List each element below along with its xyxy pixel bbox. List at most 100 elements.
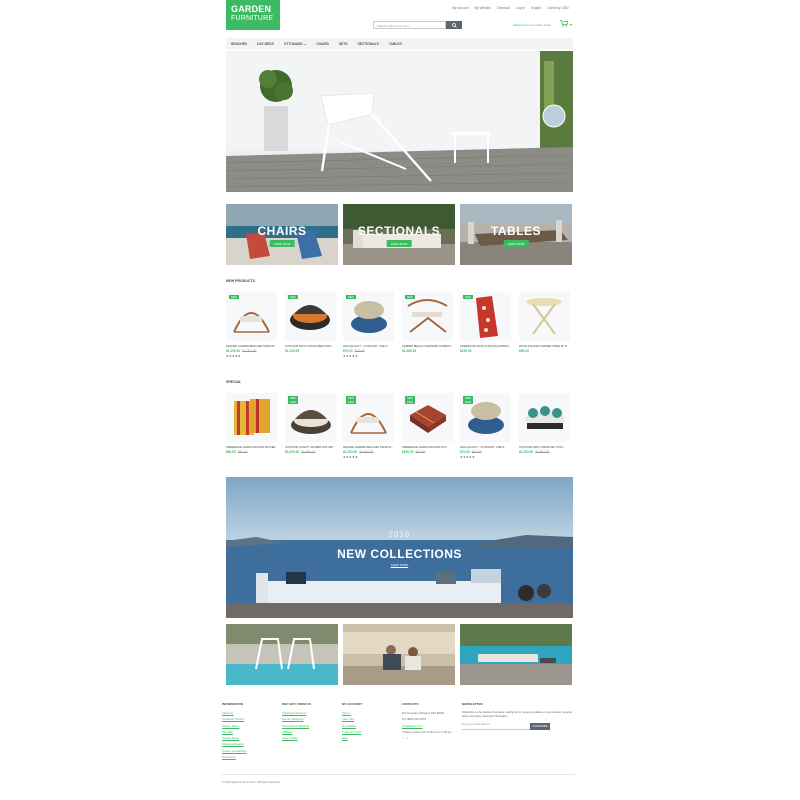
nav-sectionals[interactable]: SECTIONALS xyxy=(358,42,379,46)
product-name[interactable]: OUTDOOR QUALITY DAYBED SUN SET... xyxy=(285,446,336,449)
hero-image xyxy=(226,51,573,192)
search-button[interactable] xyxy=(446,21,462,29)
new-badge: NEW xyxy=(346,295,356,300)
chevron-down-icon[interactable]: ▾ xyxy=(570,22,572,27)
price-old: $1,600.00 xyxy=(301,450,316,454)
product-card[interactable]: GREENDALE HOME FASHIONS WICKER... $80.00… xyxy=(226,393,277,455)
lifestyle-image-pool-chairs[interactable] xyxy=(226,624,338,685)
lifestyle-image-couple[interactable] xyxy=(343,624,455,685)
nav-ottomans[interactable]: OTTOMANS ⌄ xyxy=(284,42,306,46)
product-name[interactable]: GREENDALE HOME FASHIONS OUT... xyxy=(402,446,453,449)
footer-link[interactable]: Contact Us xyxy=(222,754,247,760)
social-icons: f t g xyxy=(402,735,457,741)
product-name[interactable]: HIGH QUALITY - OUTDOOR - ONE S... xyxy=(343,345,394,348)
footer-link[interactable]: Customer Service xyxy=(222,716,247,722)
shop-now-button[interactable]: SHOP NOW xyxy=(269,240,295,247)
product-name[interactable]: LEISURE GARDEN BENCHES SWING B... xyxy=(343,446,394,449)
product-card[interactable]: WOOD FOLDING GARDEN TABLE BY N... $90.00 xyxy=(519,292,570,354)
currency-select[interactable]: Currency: USD xyxy=(547,6,568,10)
product-name[interactable]: GREENDALE FOUR CUSHION HAMMOC... xyxy=(460,345,511,348)
shop-now-button[interactable]: SHOP NOW xyxy=(503,240,529,247)
category-chairs[interactable]: CHAIRS SHOP NOW xyxy=(226,204,338,265)
nav-day-beds[interactable]: DAY BEDS xyxy=(257,42,274,46)
price-current: $1,220.00 xyxy=(285,349,300,353)
product-name[interactable]: HIGH QUALITY - OUTDOOR - ONE S... xyxy=(460,446,511,449)
product-name[interactable]: OUTDOOR PATIO SUN DAYBED WITH... xyxy=(285,345,336,348)
subscribe-button[interactable]: SUBSCRIBE xyxy=(530,723,550,730)
footer-link[interactable]: Advanced Search xyxy=(222,741,247,747)
product-image[interactable] xyxy=(519,393,570,442)
nav-chairs[interactable]: CHAIRS xyxy=(316,42,329,46)
lifestyle-image-pool-lounge[interactable] xyxy=(460,624,572,685)
footer-link[interactable]: International Shipping xyxy=(282,723,311,729)
product-name[interactable]: GREENDALE HOME FASHIONS WICKER... xyxy=(226,446,277,449)
rating-stars: ★★★★★ xyxy=(343,455,358,459)
google-plus-icon[interactable]: g xyxy=(407,736,409,740)
product-price: $1,220.00 xyxy=(285,349,336,353)
twitter-icon[interactable]: t xyxy=(404,736,405,740)
product-image[interactable]: NEW SALE xyxy=(402,393,453,442)
nav-tables[interactable]: TABLES xyxy=(389,42,402,46)
language-select[interactable]: English xyxy=(531,6,541,10)
product-name[interactable]: GARDEN BEACH OVERSIZED HAMMOC... xyxy=(402,345,453,348)
footer-my-account: MY ACCOUNT Sign In View Cart My Wishlist… xyxy=(342,702,362,741)
product-image[interactable] xyxy=(519,292,570,341)
product-card[interactable]: OUTDOOR PATIO SWING SET WITH... $1,200.0… xyxy=(519,393,570,455)
sale-badge: SALE xyxy=(346,400,357,405)
nav-benches[interactable]: BENCHES xyxy=(231,42,247,46)
product-image[interactable]: NEW xyxy=(402,292,453,341)
nav-sets[interactable]: SETS xyxy=(339,42,348,46)
new-collections-banner[interactable]: 2016 NEW COLLECTIONS SHOP NOW! xyxy=(226,477,573,618)
category-sectionals[interactable]: SECTIONALS SHOP NOW xyxy=(343,204,455,265)
product-image[interactable] xyxy=(226,393,277,442)
product-name[interactable]: WOOD FOLDING GARDEN TABLE BY N... xyxy=(519,345,570,348)
banner-shop-now-link[interactable]: SHOP NOW! xyxy=(226,563,573,567)
product-image[interactable]: NEW SALE xyxy=(285,393,336,442)
price-old: $10.00 xyxy=(354,349,365,353)
category-title: TABLES xyxy=(490,224,542,238)
top-link-wishlist[interactable]: My Wishlist xyxy=(474,6,490,10)
product-card[interactable]: NEW GARDEN BEACH OVERSIZED HAMMOC... $1,… xyxy=(402,292,453,354)
footer-link[interactable]: Group Sales xyxy=(282,735,311,741)
search-icon xyxy=(451,22,457,28)
new-products-title: NEW PRODUCTS xyxy=(226,279,255,283)
hero-slider[interactable] xyxy=(226,51,573,192)
product-image[interactable]: NEW xyxy=(343,292,394,341)
footer-heading: CONTACTS xyxy=(402,702,419,706)
product-card[interactable]: NEW SALE GREENDALE HOME FASHIONS OUT... … xyxy=(402,393,453,455)
product-image[interactable]: NEW xyxy=(285,292,336,341)
product-card[interactable]: NEW SALE OUTDOOR QUALITY DAYBED SUN SET.… xyxy=(285,393,336,455)
product-name[interactable]: LEISURE GARDEN BENCHES SWING B... xyxy=(226,345,277,348)
product-card[interactable]: NEW GREENDALE FOUR CUSHION HAMMOC... $19… xyxy=(460,292,511,354)
site-logo[interactable]: GARDEN FURNITURE xyxy=(226,0,280,30)
price-current: $80.00 xyxy=(226,450,236,454)
footer-contacts: CONTACTS My Company Glasgow D04 89GR Tel… xyxy=(402,702,457,741)
top-link-login[interactable]: Log In xyxy=(516,6,525,10)
product-card[interactable]: NEW HIGH QUALITY - OUTDOOR - ONE S... $7… xyxy=(343,292,394,358)
product-card[interactable]: NEW SALE HIGH QUALITY - OUTDOOR - ONE S.… xyxy=(460,393,511,459)
facebook-icon[interactable]: f xyxy=(402,736,403,740)
product-card[interactable]: NEW LEISURE GARDEN BENCHES SWING B... $1… xyxy=(226,292,277,358)
product-image[interactable]: NEW xyxy=(226,292,277,341)
category-tables[interactable]: TABLES SHOP NOW xyxy=(460,204,572,265)
product-card[interactable]: NEW SALE LEISURE GARDEN BENCHES SWING B.… xyxy=(343,393,394,459)
product-name[interactable]: OUTDOOR PATIO SWING SET WITH... xyxy=(519,446,570,449)
product-card[interactable]: NEW OUTDOOR PATIO SUN DAYBED WITH... $1,… xyxy=(285,292,336,354)
top-links: My Account My Wishlist Checkout Log In E… xyxy=(452,6,569,10)
sale-badge: SALE xyxy=(405,400,416,405)
footer-heading: INFORMATION xyxy=(222,702,243,706)
new-badge: NEW xyxy=(288,295,298,300)
product-image[interactable]: NEW SALE xyxy=(460,393,511,442)
product-image[interactable]: NEW xyxy=(460,292,511,341)
product-price: $70.00 $10.00 xyxy=(343,349,394,353)
cart-icon[interactable] xyxy=(560,20,569,29)
search-input[interactable]: Search entire store here... xyxy=(373,21,446,29)
top-link-checkout[interactable]: Checkout xyxy=(497,6,510,10)
newsletter-email-input[interactable]: Enter your email address xyxy=(462,723,530,730)
top-link-account[interactable]: My Account xyxy=(452,6,468,10)
footer-link[interactable]: Help xyxy=(342,735,362,741)
product-image[interactable]: NEW SALE xyxy=(343,393,394,442)
shop-now-button[interactable]: SHOP NOW xyxy=(386,240,412,247)
footer-newsletter: NEWSLETTER Subscribe to the Garden Furni… xyxy=(462,702,574,718)
new-badge: NEW xyxy=(229,295,239,300)
